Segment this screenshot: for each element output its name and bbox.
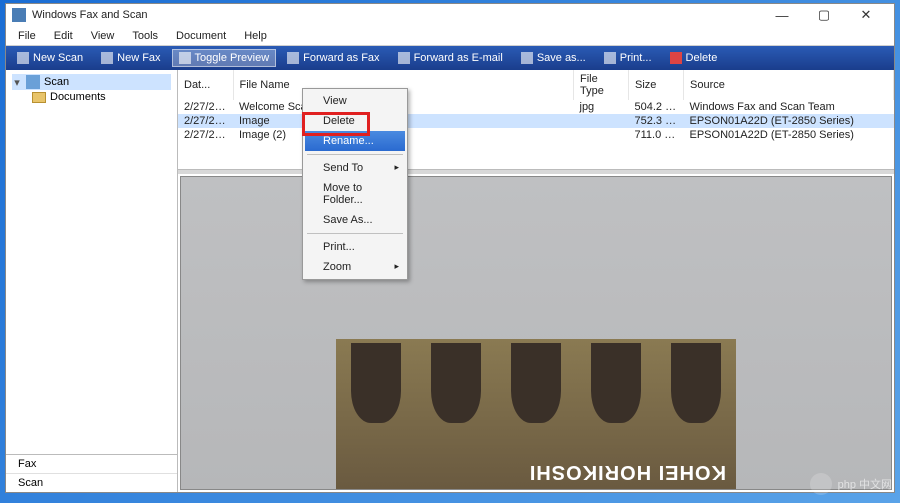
menu-file[interactable]: File — [10, 28, 44, 44]
email-icon — [398, 52, 410, 64]
save-as-button[interactable]: Save as... — [514, 49, 593, 67]
scanned-graphic — [336, 339, 736, 454]
file-list: Dat... File Name File Type Size Source 2… — [178, 70, 894, 170]
folder-icon — [32, 92, 46, 103]
menubar: File Edit View Tools Document Help — [6, 26, 894, 46]
sidebar-scan[interactable]: Scan — [6, 473, 177, 492]
horizontal-splitter[interactable] — [178, 170, 894, 174]
ctx-zoom[interactable]: Zoom — [305, 257, 405, 277]
watermark-logo-icon — [810, 473, 832, 495]
app-icon — [12, 8, 26, 22]
menu-edit[interactable]: Edit — [46, 28, 81, 44]
col-date[interactable]: Dat... — [178, 70, 233, 100]
ctx-separator — [307, 154, 403, 155]
col-size[interactable]: Size — [629, 70, 684, 100]
folder-tree: ▾ Scan Documents — [6, 70, 177, 454]
scanned-image: KOHEI HORIKOSHI — [336, 339, 736, 489]
delete-icon — [670, 52, 682, 64]
menu-help[interactable]: Help — [236, 28, 275, 44]
window-controls: — ▢ ✕ — [770, 7, 878, 23]
ctx-send-to[interactable]: Send To — [305, 158, 405, 178]
tree-scan-node[interactable]: ▾ Scan — [12, 74, 171, 90]
ctx-print[interactable]: Print... — [305, 237, 405, 257]
ctx-view[interactable]: View — [305, 91, 405, 111]
sidebar-bottom: Fax Scan — [6, 454, 177, 492]
scan-icon — [17, 52, 29, 64]
menu-tools[interactable]: Tools — [124, 28, 166, 44]
scanned-image-text: KOHEI HORIKOSHI — [336, 454, 736, 489]
tree-scan-label: Scan — [44, 76, 69, 88]
col-source[interactable]: Source — [684, 70, 894, 100]
save-icon — [521, 52, 533, 64]
print-button[interactable]: Print... — [597, 49, 659, 67]
ctx-separator — [307, 233, 403, 234]
table-row[interactable]: 2/27/202... Image (2) 711.0 KB EPSON01A2… — [178, 128, 894, 142]
preview-icon — [179, 52, 191, 64]
new-scan-button[interactable]: New Scan — [10, 49, 90, 67]
toolbar: New Scan New Fax Toggle Preview Forward … — [6, 46, 894, 70]
watermark: php 中文网 — [810, 473, 892, 495]
content-area: Dat... File Name File Type Size Source 2… — [178, 70, 894, 492]
sidebar: ▾ Scan Documents Fax Scan — [6, 70, 178, 492]
tree-documents-node[interactable]: Documents — [12, 90, 171, 104]
print-icon — [604, 52, 616, 64]
forward-fax-icon — [287, 52, 299, 64]
menu-view[interactable]: View — [83, 28, 123, 44]
sidebar-fax[interactable]: Fax — [6, 455, 177, 473]
watermark-text: php 中文网 — [838, 476, 892, 492]
close-button[interactable]: ✕ — [854, 7, 878, 23]
column-header-row: Dat... File Name File Type Size Source — [178, 70, 894, 100]
forward-fax-button[interactable]: Forward as Fax — [280, 49, 386, 67]
menu-document[interactable]: Document — [168, 28, 234, 44]
ctx-move-to[interactable]: Move to Folder... — [305, 178, 405, 210]
scan-folder-icon — [26, 75, 40, 89]
toggle-preview-button[interactable]: Toggle Preview — [172, 49, 277, 67]
new-fax-button[interactable]: New Fax — [94, 49, 167, 67]
table-row[interactable]: 2/27/202... Welcome Scan jpg 504.2 KB Wi… — [178, 100, 894, 114]
maximize-button[interactable]: ▢ — [812, 7, 836, 23]
titlebar: Windows Fax and Scan — ▢ ✕ — [6, 4, 894, 26]
fax-icon — [101, 52, 113, 64]
table-row-selected[interactable]: 2/27/202... Image 752.3 KB EPSON01A22D (… — [178, 114, 894, 128]
collapse-icon[interactable]: ▾ — [12, 76, 22, 89]
app-window: Windows Fax and Scan — ▢ ✕ File Edit Vie… — [5, 3, 895, 493]
tree-documents-label: Documents — [50, 91, 106, 103]
delete-button[interactable]: Delete — [663, 49, 725, 67]
main-area: ▾ Scan Documents Fax Scan — [6, 70, 894, 492]
ctx-delete[interactable]: Delete — [305, 111, 405, 131]
context-menu: View Delete Rename... Send To Move to Fo… — [302, 88, 408, 280]
forward-email-button[interactable]: Forward as E-mail — [391, 49, 510, 67]
window-title: Windows Fax and Scan — [32, 9, 770, 21]
col-filetype[interactable]: File Type — [574, 70, 629, 100]
preview-pane: KOHEI HORIKOSHI — [180, 176, 892, 490]
minimize-button[interactable]: — — [770, 7, 794, 23]
ctx-rename[interactable]: Rename... — [305, 131, 405, 151]
ctx-save-as[interactable]: Save As... — [305, 210, 405, 230]
